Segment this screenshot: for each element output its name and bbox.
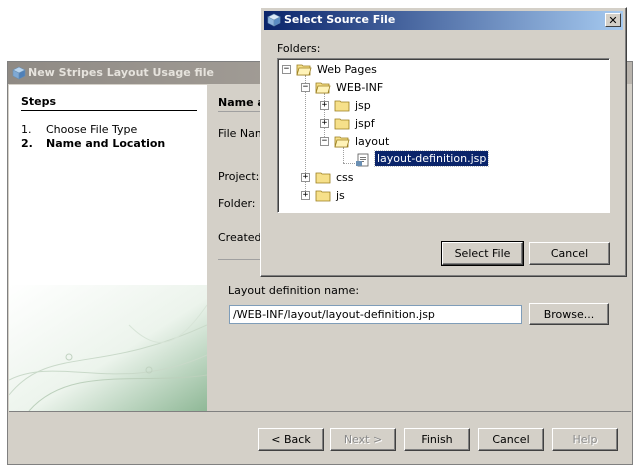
collapse-icon[interactable]: − bbox=[282, 65, 291, 74]
panel-heading: Name a bbox=[218, 96, 265, 109]
folder-icon bbox=[334, 118, 350, 130]
dialog-cancel-button[interactable]: Cancel bbox=[529, 242, 610, 265]
expand-icon[interactable]: + bbox=[320, 119, 329, 128]
browse-button[interactable]: Browse... bbox=[529, 303, 609, 325]
folder-icon bbox=[315, 172, 331, 184]
step-number-1: 1. bbox=[21, 123, 32, 136]
wizard-button-divider bbox=[9, 411, 631, 412]
layout-definition-label: Layout definition name: bbox=[228, 284, 360, 297]
wizard-title: New Stripes Layout Usage file bbox=[28, 66, 214, 79]
back-button[interactable]: < Back bbox=[258, 428, 324, 451]
project-label: Project: bbox=[218, 170, 260, 183]
tree-item-layout-definition-jsp[interactable]: layout-definition.jsp bbox=[373, 150, 490, 167]
step-number-2: 2. bbox=[21, 137, 33, 150]
steps-heading: Steps bbox=[21, 95, 57, 108]
close-icon[interactable]: ✕ bbox=[605, 13, 621, 27]
folder-label: Folder: bbox=[218, 197, 256, 210]
expand-icon[interactable]: + bbox=[320, 101, 329, 110]
select-source-file-dialog: Select Source File ✕ Folders: − Web Page… bbox=[260, 7, 627, 277]
open-folder-icon bbox=[334, 136, 350, 148]
tree-item-web-pages[interactable]: Web Pages bbox=[315, 62, 379, 77]
step-name-and-location: Name and Location bbox=[46, 137, 166, 150]
open-folder-icon bbox=[315, 82, 331, 94]
tree-item-js[interactable]: js bbox=[334, 188, 347, 203]
expand-icon[interactable]: + bbox=[301, 191, 310, 200]
tree-item-jspf[interactable]: jspf bbox=[353, 116, 377, 131]
folder-icon bbox=[334, 100, 350, 112]
steps-divider bbox=[21, 110, 197, 111]
help-button[interactable]: Help bbox=[552, 428, 618, 451]
open-folder-icon bbox=[296, 64, 312, 76]
tree-item-jsp[interactable]: jsp bbox=[353, 98, 373, 113]
folders-label: Folders: bbox=[277, 42, 321, 55]
created-file-label: Created bbox=[218, 231, 262, 244]
jsp-file-icon bbox=[356, 153, 369, 167]
expand-icon[interactable]: + bbox=[301, 173, 310, 182]
tree-connector bbox=[343, 147, 344, 163]
tree-item-css[interactable]: css bbox=[334, 170, 356, 185]
step-choose-file-type: Choose File Type bbox=[46, 123, 138, 136]
netbeans-cube-icon bbox=[12, 66, 26, 80]
netbeans-cube-icon bbox=[267, 13, 281, 27]
tree-connector bbox=[343, 163, 355, 164]
file-name-label: File Nam bbox=[218, 127, 266, 140]
panel-divider bbox=[218, 259, 261, 260]
dialog-title: Select Source File bbox=[284, 13, 396, 26]
folder-tree[interactable]: − Web Pages − WEB-INF + jsp + jspf − lay… bbox=[277, 58, 610, 213]
next-button[interactable]: Next > bbox=[330, 428, 396, 451]
layout-definition-input[interactable]: /WEB-INF/layout/layout-definition.jsp bbox=[229, 305, 522, 324]
panel-heading-rule bbox=[218, 111, 266, 112]
wizard-cancel-button[interactable]: Cancel bbox=[478, 428, 544, 451]
collapse-icon[interactable]: − bbox=[301, 83, 310, 92]
finish-button[interactable]: Finish bbox=[404, 428, 470, 451]
select-file-button[interactable]: Select File bbox=[441, 241, 524, 266]
tree-item-layout[interactable]: layout bbox=[353, 134, 391, 149]
decorative-swirl-graphic bbox=[9, 285, 207, 411]
tree-item-web-inf[interactable]: WEB-INF bbox=[334, 80, 385, 95]
steps-panel: Steps 1. Choose File Type 2. Name and Lo… bbox=[9, 85, 207, 411]
folder-icon bbox=[315, 190, 331, 202]
collapse-icon[interactable]: − bbox=[320, 137, 329, 146]
dialog-title-bar[interactable]: Select Source File ✕ bbox=[264, 11, 623, 30]
